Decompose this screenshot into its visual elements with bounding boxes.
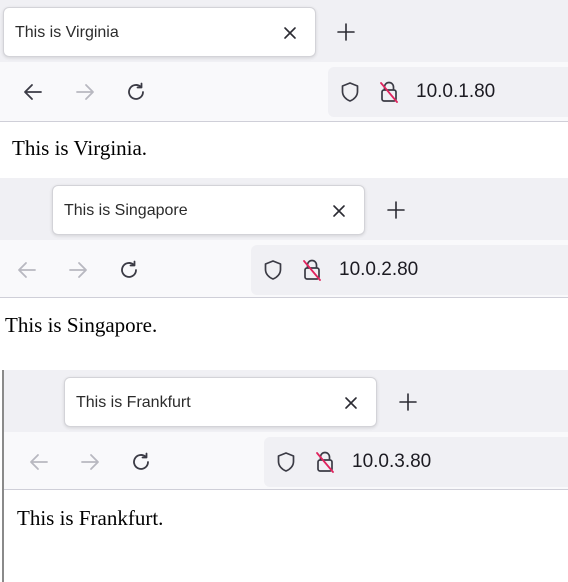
shield-icon[interactable] [263, 259, 283, 281]
tab-frankfurt[interactable]: This is Frankfurt [64, 377, 377, 427]
arrow-left-icon[interactable] [22, 81, 44, 103]
close-icon[interactable] [342, 394, 360, 412]
browser-window-frankfurt: This is Frankfurt 10.0.3.80 This is Fran… [2, 370, 568, 582]
reload-icon[interactable] [118, 259, 140, 281]
insecure-lock-icon[interactable] [314, 450, 336, 474]
tab-singapore[interactable]: This is Singapore [52, 185, 365, 235]
reload-icon[interactable] [130, 451, 152, 473]
tab-virginia[interactable]: This is Virginia [3, 7, 316, 57]
url-text[interactable]: 10.0.3.80 [352, 451, 431, 473]
tab-title: This is Frankfurt [76, 394, 191, 411]
shield-icon[interactable] [340, 81, 360, 103]
arrow-right-icon[interactable] [74, 81, 96, 103]
close-icon[interactable] [330, 202, 348, 220]
url-text[interactable]: 10.0.1.80 [416, 81, 495, 103]
tab-title: This is Singapore [64, 202, 188, 219]
arrow-left-icon[interactable] [16, 259, 38, 281]
tab-strip: This is Virginia [0, 0, 568, 62]
url-text[interactable]: 10.0.2.80 [339, 259, 418, 281]
plus-icon[interactable] [398, 392, 418, 412]
tab-strip: This is Singapore [0, 178, 568, 240]
tab-strip: This is Frankfurt [4, 370, 568, 432]
arrow-left-icon[interactable] [28, 451, 50, 473]
insecure-lock-icon[interactable] [378, 80, 400, 104]
shield-icon[interactable] [276, 451, 296, 473]
page-body-text: This is Singapore. [5, 313, 158, 337]
browser-window-singapore: This is Singapore 10.0.2.80 This is Sing… [0, 178, 568, 370]
browser-window-virginia: This is Virginia 10.0.1.80 This is Virgi… [0, 0, 568, 178]
url-bar[interactable]: 10.0.3.80 [264, 437, 568, 487]
tab-title: This is Virginia [15, 24, 119, 41]
nav-toolbar: 10.0.3.80 [4, 432, 568, 490]
reload-icon[interactable] [125, 81, 147, 103]
page-body-text: This is Virginia. [12, 136, 148, 160]
nav-toolbar: 10.0.1.80 [0, 62, 568, 122]
url-bar[interactable]: 10.0.1.80 [328, 67, 568, 117]
plus-icon[interactable] [386, 200, 406, 220]
url-bar[interactable]: 10.0.2.80 [251, 245, 568, 295]
arrow-right-icon[interactable] [79, 451, 101, 473]
close-icon[interactable] [281, 24, 299, 42]
arrow-right-icon[interactable] [67, 259, 89, 281]
nav-toolbar: 10.0.2.80 [0, 240, 568, 298]
plus-icon[interactable] [336, 22, 356, 42]
insecure-lock-icon[interactable] [301, 258, 323, 282]
page-body-text: This is Frankfurt. [17, 506, 164, 530]
